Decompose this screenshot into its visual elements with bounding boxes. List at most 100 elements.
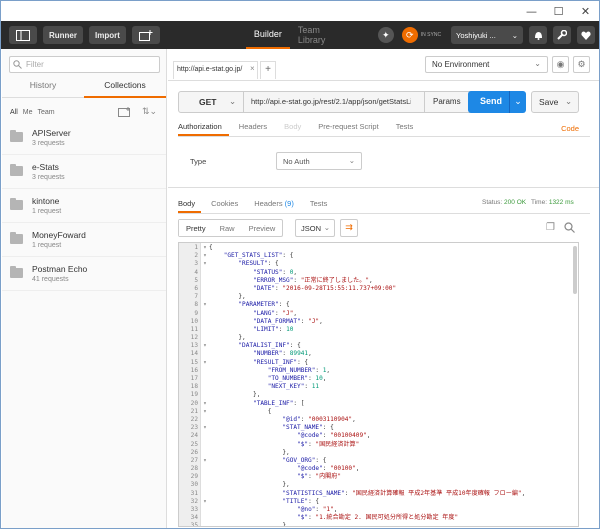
- send-button[interactable]: Send ⌄: [468, 91, 526, 113]
- line-number: 28: [190, 465, 198, 473]
- generate-code-link[interactable]: Code: [561, 124, 579, 133]
- code-text: },: [209, 391, 261, 399]
- code-text: "TABLE_INF": [: [253, 399, 305, 407]
- fold-toggle-icon[interactable]: ▾: [201, 301, 209, 309]
- code-text: "STATISTICS_NAME": "国民経済計算確報 平成2年基準 平成10…: [282, 489, 526, 497]
- request-tab[interactable]: http://api.e-stat.go.jp/: [173, 61, 258, 79]
- sidebar-toggle-button[interactable]: [9, 26, 37, 44]
- line-number: 34: [190, 514, 198, 522]
- line-number: 32: [190, 497, 198, 505]
- code-line: 32 ▾ "TITLE": {: [179, 498, 569, 506]
- method-select[interactable]: GET ⌄: [179, 92, 244, 112]
- chevron-down-icon: ⌄: [348, 156, 355, 165]
- fold-toggle-icon: [201, 375, 209, 383]
- runner-button[interactable]: Runner: [42, 26, 83, 44]
- code-line: 29 "$": "内閣府": [179, 473, 569, 481]
- new-window-button[interactable]: [131, 26, 160, 44]
- code-line: 7 },: [179, 293, 569, 301]
- collection-item[interactable]: APIServer 3 requests: [2, 121, 166, 155]
- collection-item[interactable]: MoneyFoward 1 request: [2, 223, 166, 257]
- fold-toggle-icon[interactable]: ▾: [201, 408, 209, 416]
- tab-pre-request-script[interactable]: Pre-request Script: [318, 119, 385, 136]
- code-text: "GOV_ORG": {: [282, 456, 327, 464]
- auth-type-select[interactable]: No Auth ⌄: [276, 152, 362, 170]
- filter-team[interactable]: Team: [38, 109, 55, 116]
- fold-toggle-icon[interactable]: ▾: [201, 457, 209, 465]
- vertical-scrollbar[interactable]: [573, 246, 577, 294]
- line-number: 16: [190, 366, 198, 374]
- tab-team-library[interactable]: Team Library: [290, 21, 358, 49]
- tab-authorization[interactable]: Authorization: [178, 119, 229, 136]
- view-preview-button[interactable]: Preview: [242, 220, 283, 236]
- line-number: 4: [194, 268, 198, 276]
- collection-item[interactable]: e-Stats 3 requests: [2, 155, 166, 189]
- favorite-button[interactable]: [576, 26, 595, 44]
- line-number: 13: [190, 342, 198, 350]
- close-button[interactable]: ✕: [572, 5, 599, 18]
- fold-toggle-icon[interactable]: ▾: [201, 424, 209, 432]
- fold-toggle-icon[interactable]: ▾: [201, 260, 209, 268]
- close-tab-icon[interactable]: ×: [250, 64, 255, 73]
- maximize-button[interactable]: ☐: [545, 5, 572, 18]
- tab-collections[interactable]: Collections: [84, 78, 166, 98]
- request-tab-label: http://api.e-stat.go.jp/: [177, 66, 243, 73]
- code-line: 26 },: [179, 449, 569, 457]
- format-select[interactable]: JSON ⌄: [295, 219, 335, 237]
- params-button[interactable]: Params: [424, 92, 468, 112]
- code-text: "STAT_NAME": {: [282, 424, 334, 432]
- tab-tests[interactable]: Tests: [396, 119, 421, 136]
- add-tab-button[interactable]: +: [260, 61, 276, 79]
- fold-toggle-icon[interactable]: ▾: [201, 359, 209, 367]
- new-folder-icon[interactable]: [118, 107, 131, 117]
- quick-look-button[interactable]: ◉: [552, 56, 569, 73]
- request-count: 41 requests: [32, 276, 69, 283]
- save-button[interactable]: Save ⌄: [531, 91, 579, 113]
- code-text: },: [209, 481, 290, 489]
- user-dropdown[interactable]: Yoshiyuki ... ⌄: [451, 26, 524, 44]
- fold-toggle-icon[interactable]: ▾: [201, 252, 209, 260]
- tab-cookies[interactable]: Cookies: [211, 196, 244, 213]
- response-status: Status: 200 OK: [482, 199, 526, 206]
- environment-select[interactable]: No Environment ⌄: [425, 56, 548, 73]
- settings-button[interactable]: [553, 26, 571, 44]
- tab-response-headers[interactable]: Headers (9): [254, 196, 300, 213]
- collection-item[interactable]: Postman Echo 41 requests: [2, 257, 166, 291]
- send-options-button[interactable]: ⌄: [509, 91, 526, 113]
- code-line: 9 "LANG": "J",: [179, 310, 569, 318]
- tab-headers[interactable]: Headers: [239, 119, 274, 136]
- copy-icon[interactable]: ❐: [546, 222, 555, 233]
- notifications-button[interactable]: [529, 26, 547, 44]
- line-number: 20: [190, 399, 198, 407]
- response-body-editor[interactable]: 1 ▾{2 ▾ "GET_STATS_LIST": {3 ▾ "RESULT": {4…: [178, 242, 579, 527]
- view-raw-button[interactable]: Raw: [213, 220, 242, 236]
- tab-history[interactable]: History: [2, 78, 84, 98]
- tab-test-results[interactable]: Tests: [310, 196, 334, 213]
- filter-input[interactable]: Filter: [9, 56, 160, 73]
- manage-env-button[interactable]: ⚙: [573, 56, 590, 73]
- import-button[interactable]: Import: [88, 26, 126, 44]
- filter-all[interactable]: All: [10, 109, 18, 116]
- response-tabs: Body Cookies Headers (9) Tests: [178, 196, 590, 214]
- minimize-button[interactable]: —: [518, 5, 545, 18]
- view-pretty-button[interactable]: Pretty: [179, 220, 213, 236]
- url-input[interactable]: http://api.e-stat.go.jp/rest/2.1/app/jso…: [251, 97, 411, 106]
- collection-item[interactable]: kintone 1 request: [2, 189, 166, 223]
- code-line: 5 "ERROR_MSG": "正常に終了しました。",: [179, 277, 569, 285]
- tab-response-body[interactable]: Body: [178, 196, 202, 213]
- search-icon[interactable]: [564, 222, 575, 233]
- fold-toggle-icon: [201, 310, 209, 318]
- fold-toggle-icon[interactable]: ▾: [201, 342, 209, 350]
- fold-toggle-icon[interactable]: ▾: [201, 498, 209, 506]
- chevron-down-icon: ⌄: [565, 96, 573, 106]
- code-line: 13 ▾ "DATALIST_INF": {: [179, 342, 569, 350]
- tab-builder[interactable]: Builder: [245, 21, 290, 49]
- code-line: 16 "FROM_NUMBER": 1,: [179, 367, 569, 375]
- format-value: JSON: [301, 224, 322, 233]
- interceptor-icon[interactable]: ✦: [377, 27, 394, 43]
- filter-me[interactable]: Me: [23, 109, 33, 116]
- sync-icon[interactable]: ⟳: [401, 27, 418, 43]
- fold-toggle-icon[interactable]: ▾: [201, 400, 209, 408]
- wrap-lines-button[interactable]: ⇉: [340, 219, 358, 237]
- sort-icon[interactable]: ⇅⌄: [142, 106, 157, 117]
- fold-toggle-icon[interactable]: ▾: [201, 244, 209, 252]
